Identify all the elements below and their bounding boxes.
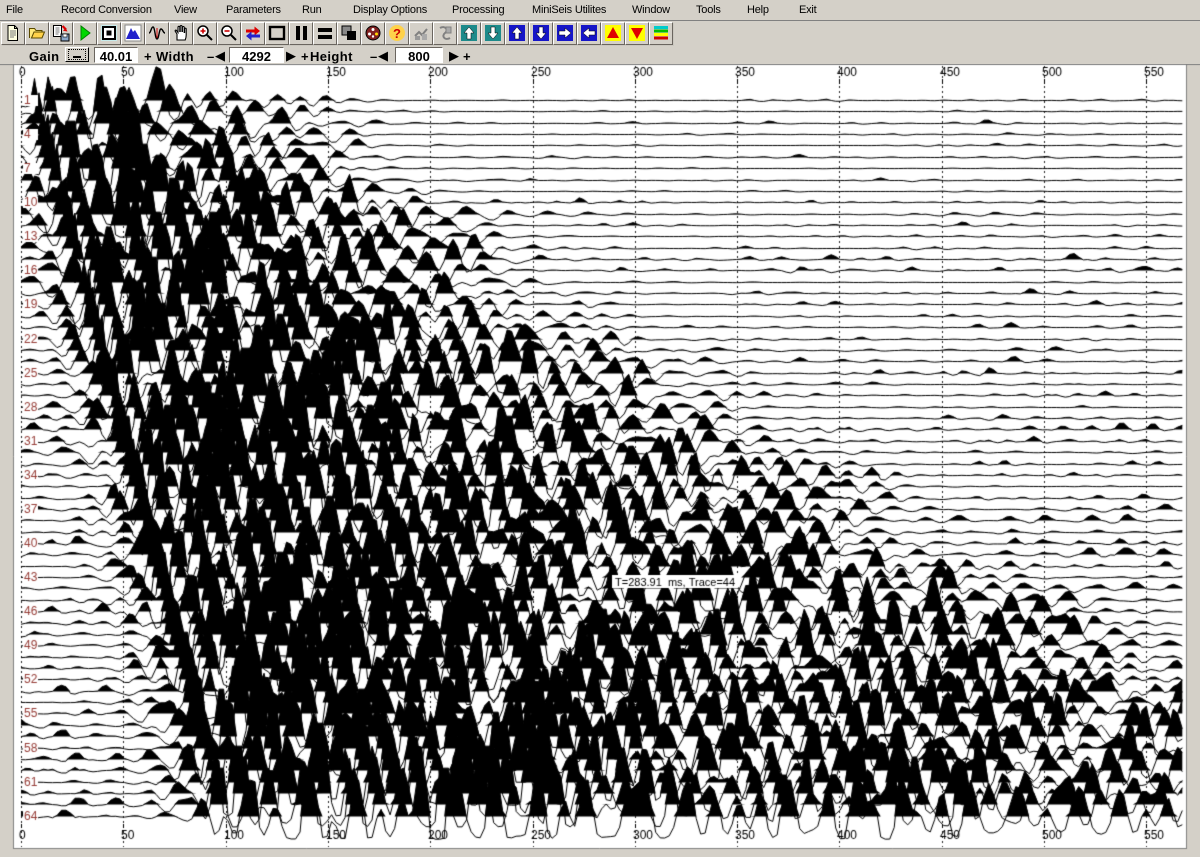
- svg-text:?: ?: [393, 26, 401, 41]
